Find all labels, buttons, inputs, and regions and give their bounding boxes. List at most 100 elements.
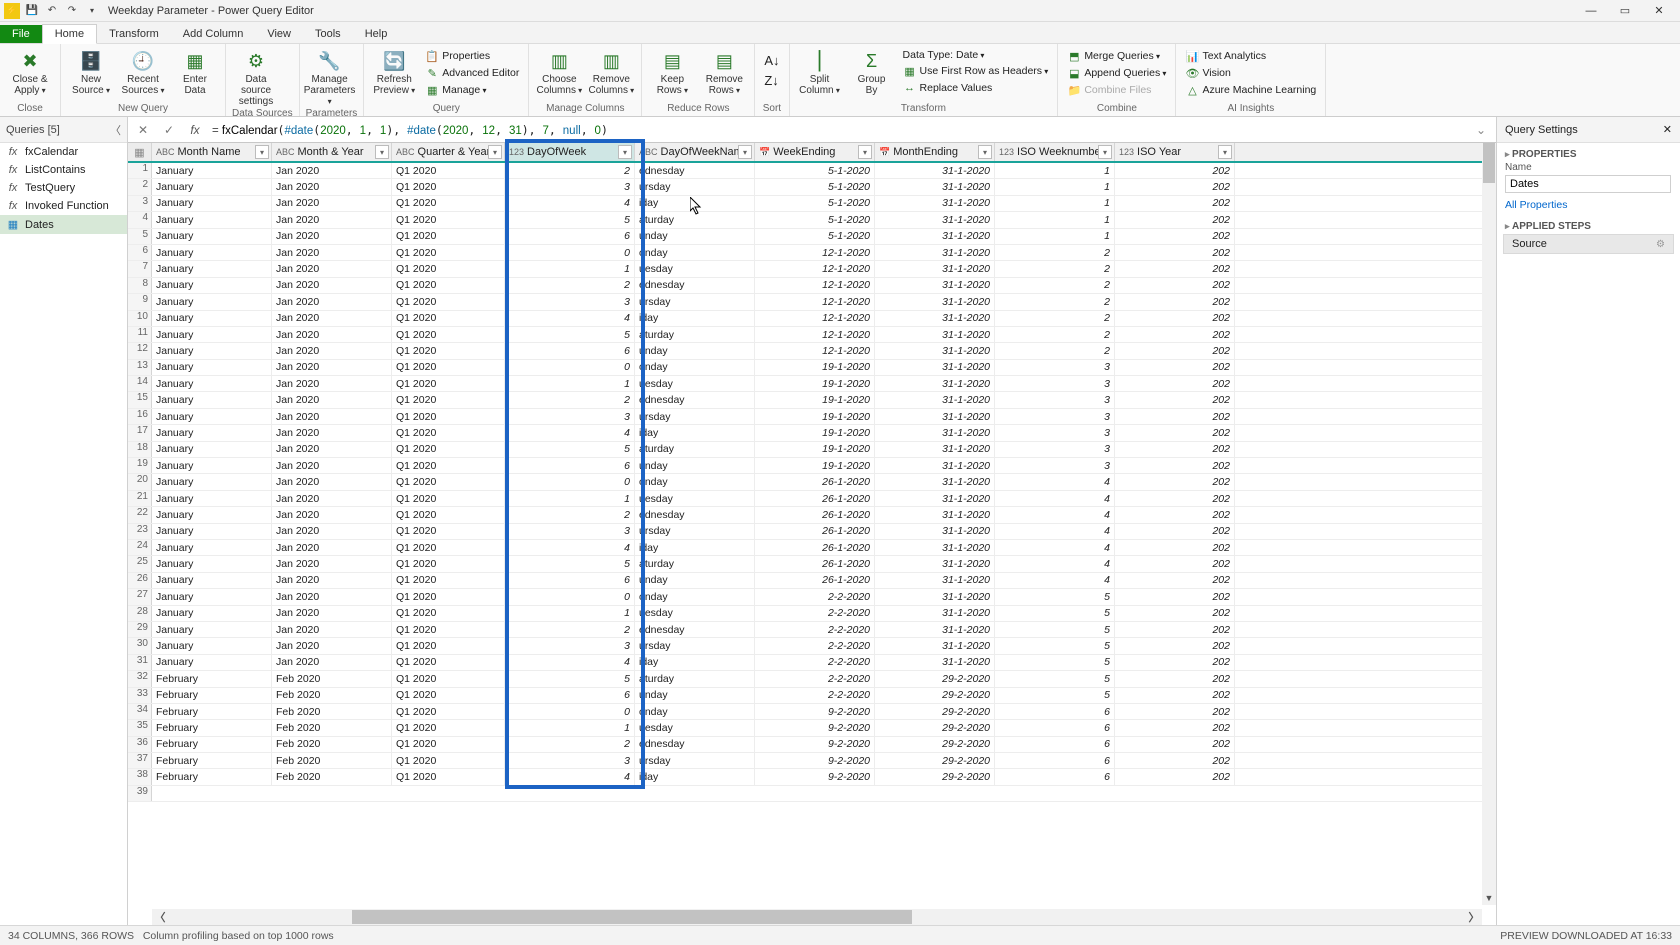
cell[interactable]: 202: [1115, 278, 1235, 293]
cell[interactable]: unday: [635, 229, 755, 244]
cell[interactable]: Q1 2020: [392, 573, 505, 588]
cell[interactable]: 19-1-2020: [755, 458, 875, 473]
cell[interactable]: 0: [505, 360, 635, 375]
cell[interactable]: 5: [505, 442, 635, 457]
cell[interactable]: Q1 2020: [392, 311, 505, 326]
cell[interactable]: 31-1-2020: [875, 606, 995, 621]
cell[interactable]: 202: [1115, 573, 1235, 588]
cell[interactable]: 5: [505, 556, 635, 571]
replace-values-button[interactable]: ↔Replace Values: [900, 80, 1052, 96]
cell[interactable]: 5: [995, 589, 1115, 604]
advanced-editor-button[interactable]: ✎Advanced Editor: [422, 65, 522, 81]
cell[interactable]: 202: [1115, 556, 1235, 571]
cell[interactable]: Feb 2020: [272, 769, 392, 784]
cell[interactable]: 3: [995, 392, 1115, 407]
cell[interactable]: January: [152, 196, 272, 211]
column-header-dayofweekname[interactable]: ABCDayOfWeekName▾: [635, 143, 755, 161]
row-number[interactable]: 15: [128, 392, 152, 407]
maximize-button[interactable]: ▭: [1608, 1, 1642, 21]
cell[interactable]: Q1 2020: [392, 229, 505, 244]
cell[interactable]: January: [152, 409, 272, 424]
row-number[interactable]: 2: [128, 179, 152, 194]
manage-button[interactable]: ▦Manage: [422, 82, 522, 98]
cell[interactable]: January: [152, 589, 272, 604]
cell[interactable]: 5-1-2020: [755, 229, 875, 244]
table-row[interactable]: 20JanuaryJan 2020Q1 20200onday26-1-20203…: [128, 474, 1496, 490]
cell[interactable]: 202: [1115, 720, 1235, 735]
cell[interactable]: 5: [505, 671, 635, 686]
cell[interactable]: 31-1-2020: [875, 360, 995, 375]
row-number[interactable]: 11: [128, 327, 152, 342]
cell[interactable]: aturday: [635, 212, 755, 227]
cell[interactable]: 2: [995, 245, 1115, 260]
cell[interactable]: ursday: [635, 753, 755, 768]
cell[interactable]: 31-1-2020: [875, 556, 995, 571]
cell[interactable]: ednesday: [635, 507, 755, 522]
cell[interactable]: Feb 2020: [272, 753, 392, 768]
cell[interactable]: 4: [505, 540, 635, 555]
row-number[interactable]: 24: [128, 540, 152, 555]
cell[interactable]: January: [152, 360, 272, 375]
cell[interactable]: Jan 2020: [272, 229, 392, 244]
cell[interactable]: Q1 2020: [392, 261, 505, 276]
cell[interactable]: iday: [635, 540, 755, 555]
cell[interactable]: 31-1-2020: [875, 409, 995, 424]
cell[interactable]: 12-1-2020: [755, 261, 875, 276]
cell[interactable]: 31-1-2020: [875, 474, 995, 489]
properties-header[interactable]: PROPERTIES: [1497, 143, 1680, 162]
cell[interactable]: ursday: [635, 179, 755, 194]
vision-button[interactable]: 👁Vision: [1182, 65, 1319, 81]
table-row[interactable]: 16JanuaryJan 2020Q1 20203ursday19-1-2020…: [128, 409, 1496, 425]
cell[interactable]: 19-1-2020: [755, 392, 875, 407]
cell[interactable]: 4: [995, 556, 1115, 571]
cell[interactable]: 1: [995, 179, 1115, 194]
cell[interactable]: Q1 2020: [392, 278, 505, 293]
table-row[interactable]: 18JanuaryJan 2020Q1 20205aturday19-1-202…: [128, 442, 1496, 458]
cell[interactable]: 2: [505, 507, 635, 522]
cell[interactable]: Jan 2020: [272, 311, 392, 326]
row-number[interactable]: 27: [128, 589, 152, 604]
cell[interactable]: Q1 2020: [392, 524, 505, 539]
tab-view[interactable]: View: [255, 25, 303, 43]
row-number[interactable]: 9: [128, 294, 152, 309]
cell[interactable]: Jan 2020: [272, 278, 392, 293]
cell[interactable]: January: [152, 540, 272, 555]
cell[interactable]: 202: [1115, 311, 1235, 326]
cell[interactable]: January: [152, 638, 272, 653]
tab-help[interactable]: Help: [353, 25, 400, 43]
row-number[interactable]: 37: [128, 753, 152, 768]
table-row[interactable]: 23JanuaryJan 2020Q1 20203ursday26-1-2020…: [128, 524, 1496, 540]
cell[interactable]: iday: [635, 311, 755, 326]
cell[interactable]: 202: [1115, 327, 1235, 342]
table-row[interactable]: 8JanuaryJan 2020Q1 20202ednesday12-1-202…: [128, 278, 1496, 294]
cell[interactable]: aturday: [635, 671, 755, 686]
cell[interactable]: 202: [1115, 589, 1235, 604]
cell[interactable]: 202: [1115, 376, 1235, 391]
cell[interactable]: January: [152, 327, 272, 342]
cell[interactable]: 9-2-2020: [755, 720, 875, 735]
data-type-button[interactable]: Data Type: Date: [900, 48, 1052, 62]
row-number[interactable]: 1: [128, 163, 152, 178]
row-number[interactable]: 23: [128, 524, 152, 539]
cell[interactable]: January: [152, 392, 272, 407]
cell[interactable]: Jan 2020: [272, 622, 392, 637]
cell[interactable]: Q1 2020: [392, 655, 505, 670]
cell[interactable]: 31-1-2020: [875, 507, 995, 522]
cell[interactable]: Jan 2020: [272, 524, 392, 539]
filter-icon[interactable]: ▾: [858, 145, 872, 159]
row-number[interactable]: 38: [128, 769, 152, 784]
row-number[interactable]: 31: [128, 655, 152, 670]
cell[interactable]: 3: [995, 425, 1115, 440]
cell[interactable]: unday: [635, 688, 755, 703]
row-number[interactable]: 28: [128, 606, 152, 621]
cell[interactable]: 26-1-2020: [755, 524, 875, 539]
table-row[interactable]: 27JanuaryJan 2020Q1 20200onday2-2-202031…: [128, 589, 1496, 605]
cell[interactable]: 5-1-2020: [755, 179, 875, 194]
cell[interactable]: Jan 2020: [272, 458, 392, 473]
cell[interactable]: 4: [995, 507, 1115, 522]
cell[interactable]: 4: [995, 573, 1115, 588]
cell[interactable]: 1: [505, 261, 635, 276]
cell[interactable]: ednesday: [635, 737, 755, 752]
table-row[interactable]: 15JanuaryJan 2020Q1 20202ednesday19-1-20…: [128, 392, 1496, 408]
properties-button[interactable]: 📋Properties: [422, 48, 522, 64]
